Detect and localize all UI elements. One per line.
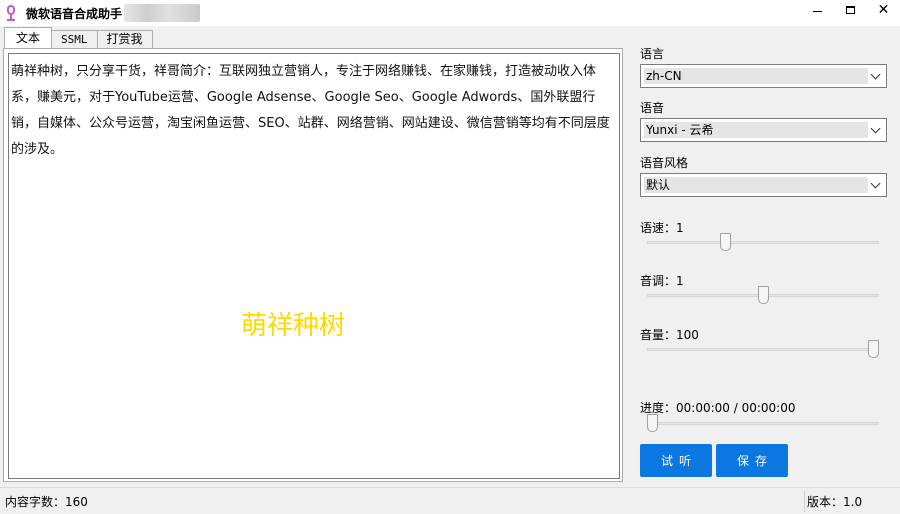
pitch-slider[interactable]: [647, 286, 879, 306]
rate-slider-thumb[interactable]: [720, 233, 731, 251]
chevron-down-icon: [868, 123, 882, 137]
text-tab-panel: 萌祥种树，只分享干货，祥哥简介：互联网独立营销人，专注于网络赚钱、在家赚钱，打造…: [3, 48, 623, 482]
style-select[interactable]: 默认: [640, 173, 887, 197]
minimize-icon: [813, 10, 822, 12]
close-icon: ✕: [877, 2, 890, 18]
voice-label: 语音: [640, 101, 665, 115]
title-bar: 微软语音合成助手 ✕: [0, 0, 900, 26]
voice-select[interactable]: Yunxi - 云希: [640, 118, 887, 142]
preview-button[interactable]: 试听: [640, 444, 712, 477]
maximize-button[interactable]: [834, 0, 867, 20]
maximize-icon: [846, 6, 855, 14]
progress-slider-track: [647, 422, 879, 425]
language-value: zh-CN: [644, 68, 868, 84]
tab-donate[interactable]: 打赏我: [96, 30, 153, 48]
window-controls: ✕: [801, 0, 900, 22]
volume-slider[interactable]: [647, 340, 879, 360]
progress-slider-thumb[interactable]: [647, 414, 658, 432]
status-divider: [804, 490, 805, 512]
tab-ssml[interactable]: SSML: [51, 30, 98, 48]
tab-strip: 文本 SSML 打赏我: [4, 27, 153, 48]
pitch-slider-thumb[interactable]: [758, 286, 769, 304]
language-select[interactable]: zh-CN: [640, 64, 887, 88]
version-label: 版本：1.0: [807, 495, 863, 509]
watermark-text: 萌祥种树: [241, 311, 346, 341]
volume-slider-track: [647, 348, 879, 351]
close-button[interactable]: ✕: [867, 0, 900, 20]
chevron-down-icon: [868, 178, 882, 192]
voice-value: Yunxi - 云希: [644, 122, 868, 138]
status-bar: 内容字数：160 版本：1.0: [0, 487, 900, 514]
blurred-title-region: [124, 4, 201, 22]
text-input[interactable]: 萌祥种树，只分享干货，祥哥简介：互联网独立营销人，专注于网络赚钱、在家赚钱，打造…: [8, 53, 620, 479]
progress-slider[interactable]: [647, 414, 879, 434]
save-button[interactable]: 保存: [716, 444, 788, 477]
tab-text[interactable]: 文本: [4, 27, 53, 48]
style-value: 默认: [644, 177, 868, 193]
language-label: 语言: [640, 47, 665, 61]
window-title: 微软语音合成助手: [26, 6, 123, 21]
chevron-down-icon: [868, 69, 882, 83]
rate-slider-track: [647, 241, 879, 244]
minimize-button[interactable]: [801, 0, 834, 20]
volume-slider-thumb[interactable]: [868, 340, 879, 358]
style-label: 语音风格: [640, 156, 689, 170]
char-count: 内容字数：160: [5, 495, 88, 509]
microphone-icon: [4, 5, 18, 21]
rate-slider[interactable]: [647, 233, 879, 253]
